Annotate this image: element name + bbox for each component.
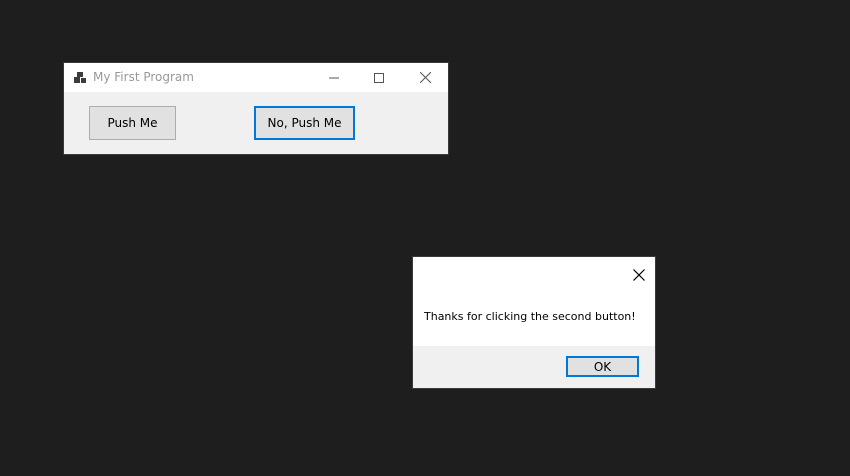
dialog-footer: OK	[413, 346, 655, 388]
minimize-icon	[329, 68, 339, 87]
app-window-icon	[73, 70, 87, 84]
minimize-button[interactable]	[311, 63, 357, 92]
maximize-icon	[374, 68, 384, 87]
close-button[interactable]	[402, 63, 448, 92]
desktop: My First Program Push Me No, Push Me Tha…	[0, 0, 850, 476]
message-box-dialog: Thanks for clicking the second button! O…	[413, 257, 655, 388]
dialog-message: Thanks for clicking the second button!	[424, 310, 636, 323]
main-window: My First Program Push Me No, Push Me	[64, 63, 448, 154]
maximize-button[interactable]	[356, 63, 402, 92]
window-title: My First Program	[93, 70, 194, 84]
window-client-area: Push Me No, Push Me	[64, 92, 448, 154]
dialog-close-button[interactable]	[625, 261, 653, 289]
push-me-button[interactable]: Push Me	[89, 106, 176, 140]
close-icon	[419, 68, 431, 87]
close-icon	[633, 266, 645, 285]
title-bar[interactable]: My First Program	[64, 63, 448, 92]
no-push-me-button[interactable]: No, Push Me	[254, 106, 355, 140]
ok-button[interactable]: OK	[566, 356, 639, 377]
